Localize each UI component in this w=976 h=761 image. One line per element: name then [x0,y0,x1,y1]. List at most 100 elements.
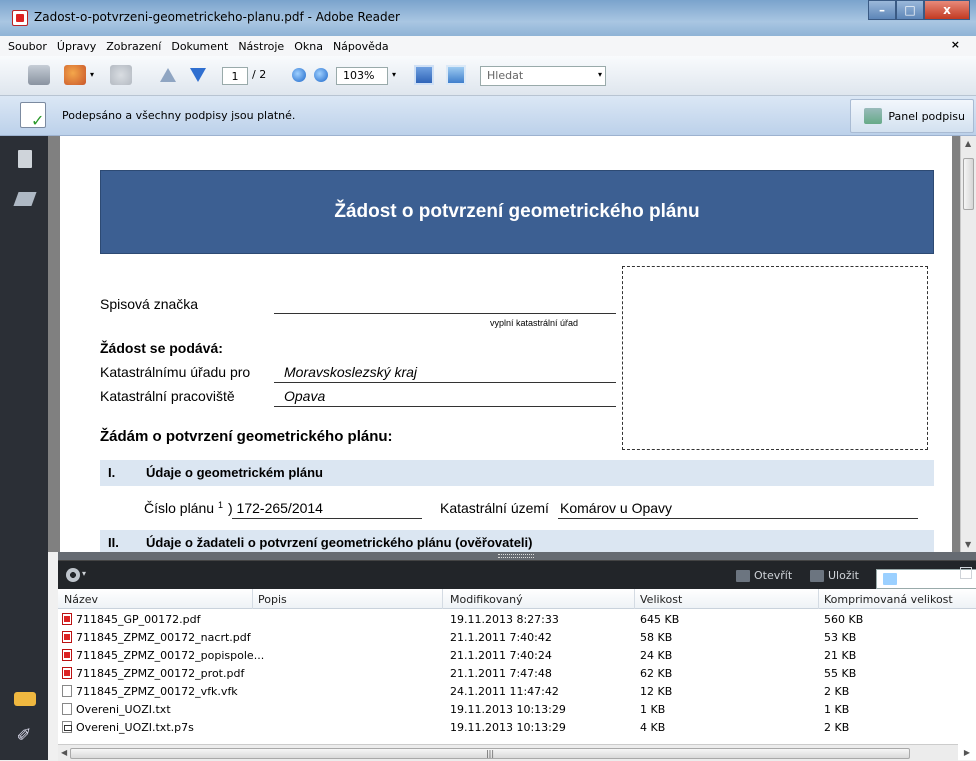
search-input[interactable]: Hledat [480,66,606,86]
splitter-grip[interactable] [498,554,534,558]
cell-name: 711845_ZPMZ_00172_prot.pdf [76,667,245,680]
signature-pen-icon [864,108,883,124]
menu-napoveda[interactable]: Nápověda [333,40,389,53]
cell-compressed-size: 2 KB [824,721,850,734]
column-komprimovana[interactable]: Komprimovaná velikost [824,593,953,606]
column-velikost[interactable]: Velikost [640,593,682,606]
toolbar: ▾ 1 / 2 103% ▾ Hledat ▾ [0,56,976,96]
close-document-button[interactable]: × [951,38,960,51]
cell-compressed-size: 53 KB [824,631,857,644]
cell-name: Overeni_UOZI.txt [76,703,171,716]
menu-zobrazeni[interactable]: Zobrazení [106,40,161,53]
table-row[interactable]: 711845_ZPMZ_00172_nacrt.pdf 21.1.2011 7:4… [58,629,976,646]
table-row[interactable]: 711845_GP_00172.pdf 19.11.2013 8:27:33 645… [58,611,976,628]
page-number-input[interactable]: 1 [222,67,248,85]
cell-compressed-size: 55 KB [824,667,857,680]
horizontal-scroll-thumb[interactable]: ||| [70,748,910,759]
menu-bar: Soubor Úpravy Zobrazení Dokument Nástroj… [0,36,976,56]
file-icon [62,703,72,715]
uzemi-value[interactable]: Komárov u Opavy [560,500,672,516]
column-nazev[interactable]: Název [64,593,98,606]
menu-soubor[interactable]: Soubor [8,40,47,53]
cell-size: 24 KB [640,649,673,662]
horizontal-scrollbar[interactable]: ◀ ||| ▶ [58,744,970,761]
cell-compressed-size: 21 KB [824,649,857,662]
cislo-footnote: 1 [217,500,223,510]
window-controls: – □ x [868,0,970,22]
zoom-in-icon[interactable] [314,68,328,82]
signature-panel-label: Panel podpisu [888,109,965,123]
table-row[interactable]: 711845_ZPMZ_00172_popispole... 21.1.2011 … [58,647,976,664]
restore-panel-icon[interactable] [960,567,972,579]
comments-icon[interactable] [14,692,36,706]
scroll-down-icon[interactable]: ▼ [965,540,971,549]
table-row[interactable]: 711845_ZPMZ_00172_prot.pdf 21.1.2011 7:47… [58,665,976,682]
open-icon [736,569,750,582]
scroll-right-icon[interactable]: ▶ [964,748,970,757]
pracoviste-value[interactable]: Opava [284,388,325,404]
gear-dropdown-icon[interactable]: ▾ [82,569,86,578]
cell-name: 711845_ZPMZ_00172_vfk.vfk [76,685,238,698]
signatures-icon[interactable] [13,192,37,206]
vertical-scroll-thumb[interactable] [963,158,974,210]
binoculars-icon [883,573,897,585]
cell-size: 62 KB [640,667,673,680]
cell-name: 711845_GP_00172.pdf [76,613,201,626]
table-row[interactable]: Overeni_UOZI.txt.p7s 19.11.2013 10:13:29 4… [58,719,976,736]
close-button[interactable]: x [924,0,970,20]
cell-size: 4 KB [640,721,666,734]
spisova-line [274,313,616,314]
cell-modified: 21.1.2011 7:47:48 [450,667,552,680]
cell-modified: 21.1.2011 7:40:24 [450,649,552,662]
table-row[interactable]: 711845_ZPMZ_00172_vfk.vfk 24.1.2011 11:47… [58,683,976,700]
panel-splitter[interactable] [58,552,976,560]
fit-page-icon[interactable] [414,65,434,85]
signature-valid-icon [20,102,46,130]
maximize-button[interactable]: □ [896,0,924,20]
scroll-left-icon[interactable]: ◀ [61,748,67,757]
attachments-panel: ▾ Otevřít Uložit Prohledat Název Popis M… [58,560,976,761]
pracoviste-label: Katastrální pracoviště [100,388,235,404]
search-dropdown-icon[interactable]: ▾ [598,65,602,87]
cell-name: 711845_ZPMZ_00172_nacrt.pdf [76,631,251,644]
menu-okna[interactable]: Okna [294,40,323,53]
menu-nastroje[interactable]: Nástroje [238,40,284,53]
cell-modified: 21.1.2011 7:40:42 [450,631,552,644]
menu-upravy[interactable]: Úpravy [57,40,96,53]
spisova-label: Spisová značka [100,296,199,312]
attachments-toolbar: ▾ Otevřít Uložit Prohledat [58,561,976,589]
vertical-scrollbar[interactable]: ▲ ▼ [960,136,976,552]
zadam-heading: Žádám o potvrzení geometrického plánu: [100,428,393,445]
document-title: Žádost o potvrzení geometrického plánu [100,170,934,254]
cell-modified: 19.11.2013 10:13:29 [450,703,566,716]
zoom-level-input[interactable]: 103% [336,67,388,85]
table-row[interactable]: Overeni_UOZI.txt 19.11.2013 10:13:29 1 KB 1… [58,701,976,718]
cell-size: 12 KB [640,685,673,698]
print-icon[interactable] [28,65,50,85]
menu-dokument[interactable]: Dokument [171,40,228,53]
pages-icon[interactable] [18,150,32,168]
column-popis[interactable]: Popis [258,593,287,606]
minimize-button[interactable]: – [868,0,896,20]
fit-width-icon[interactable] [446,65,466,85]
scroll-up-icon[interactable]: ▲ [965,139,971,148]
attachments-icon[interactable]: ✐ [14,726,34,746]
cell-compressed-size: 560 KB [824,613,864,626]
share-icon[interactable] [64,65,86,85]
next-page-icon[interactable] [190,65,206,87]
cell-size: 645 KB [640,613,680,626]
cislo-value[interactable]: ) 172-265/2014 [228,500,323,516]
back-icon[interactable] [110,65,132,85]
zoom-out-icon[interactable] [292,68,306,82]
zoom-dropdown-icon[interactable]: ▾ [392,65,396,87]
pdf-file-icon [62,613,72,625]
previous-page-icon[interactable] [160,65,176,87]
share-dropdown-icon[interactable]: ▾ [90,65,94,87]
column-modifikovany[interactable]: Modifikovaný [450,593,523,606]
signature-panel-button[interactable]: Panel podpisu [850,99,974,133]
open-attachment-button[interactable]: Otevřít [736,569,792,582]
gear-icon[interactable] [66,568,80,582]
section-1-title: Údaje o geometrickém plánu [146,465,323,480]
save-attachment-button[interactable]: Uložit [810,569,859,582]
urad-value[interactable]: Moravskoslezský kraj [284,364,417,380]
